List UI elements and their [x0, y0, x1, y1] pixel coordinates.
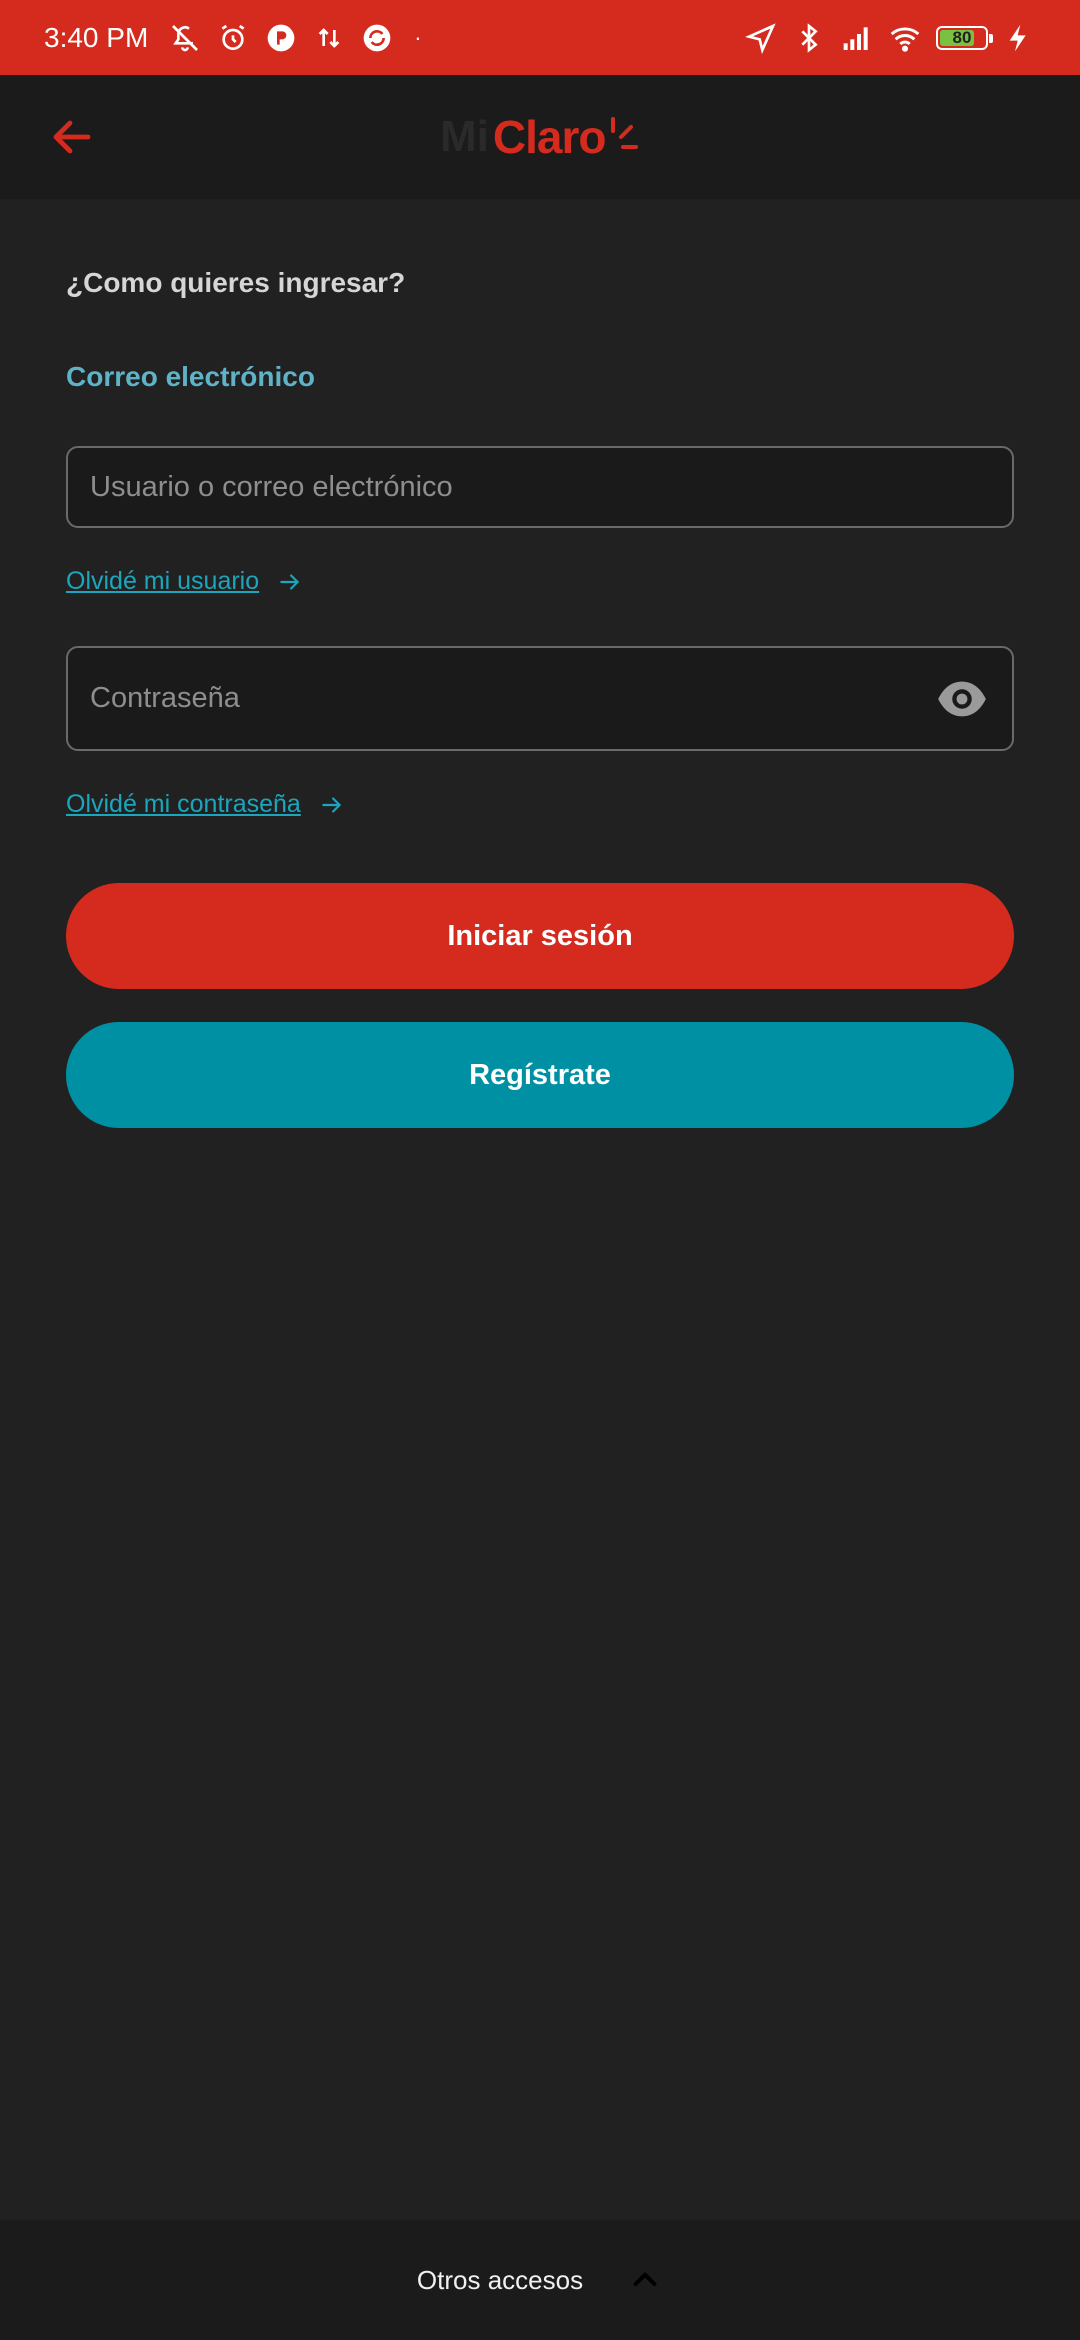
arrow-right-icon [319, 792, 345, 818]
charging-icon [1002, 21, 1036, 55]
status-left: 3:40 PM · [44, 21, 422, 55]
eye-icon [938, 681, 986, 716]
status-bar: 3:40 PM · 80 [0, 0, 1080, 75]
username-input[interactable] [90, 470, 990, 504]
login-button[interactable]: Iniciar sesión [66, 883, 1014, 989]
sync-icon [360, 21, 394, 55]
battery-icon: 80 [936, 25, 993, 50]
app-header: Mi Claro [0, 75, 1080, 199]
username-field[interactable] [66, 446, 1014, 528]
signal-icon [840, 21, 874, 55]
alarm-icon [216, 21, 250, 55]
other-access-bar[interactable]: Otros accesos [0, 2220, 1080, 2340]
login-method-label[interactable]: Correo electrónico [66, 361, 315, 393]
other-access-label: Otros accesos [416, 2264, 584, 2295]
app-badge-icon [264, 21, 298, 55]
forgot-password-label: Olvidé mi contraseña [66, 790, 301, 818]
status-time: 3:40 PM [44, 21, 149, 53]
data-transfer-icon [312, 21, 346, 55]
arrow-right-icon [277, 569, 303, 595]
mute-notifications-icon [168, 21, 202, 55]
password-field[interactable] [66, 646, 1014, 751]
bluetooth-icon [792, 21, 826, 55]
wifi-icon [888, 21, 922, 55]
show-password-button[interactable] [934, 671, 990, 727]
login-screen: 3:40 PM · 80 Mi Claro ¿Como quieres ingr… [0, 0, 1080, 2340]
claro-rays-icon [611, 117, 639, 149]
battery-level: 80 [952, 27, 972, 47]
arrow-left-icon [53, 120, 91, 154]
brand-prefix: Mi [440, 112, 489, 161]
forgot-user-label: Olvidé mi usuario [66, 567, 260, 595]
password-input[interactable] [90, 682, 934, 715]
status-right: 80 [744, 21, 1036, 55]
login-prompt: ¿Como quieres ingresar? [66, 267, 406, 298]
notification-dot: · [414, 24, 422, 50]
location-icon [744, 21, 778, 55]
battery-cap [989, 33, 993, 43]
brand-logo: Mi Claro [440, 105, 639, 169]
brand-name: Claro [492, 111, 607, 163]
register-button[interactable]: Regístrate [66, 1022, 1014, 1128]
forgot-password-link[interactable]: Olvidé mi contraseña [66, 790, 345, 819]
back-button[interactable] [40, 105, 104, 169]
chevron-up-icon[interactable] [627, 2262, 663, 2298]
forgot-user-link[interactable]: Olvidé mi usuario [66, 567, 303, 596]
